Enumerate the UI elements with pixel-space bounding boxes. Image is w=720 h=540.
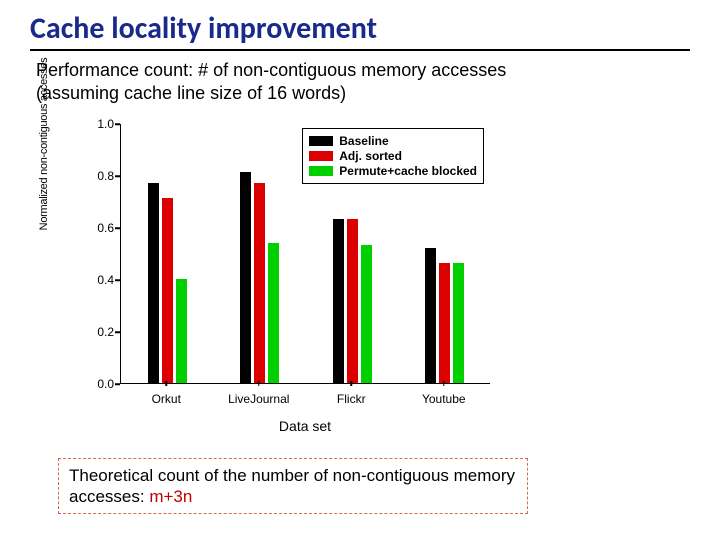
y-tick-label: 0.4	[90, 273, 114, 287]
bar-baseline	[333, 219, 344, 383]
legend-label-perm: Permute+cache blocked	[339, 164, 477, 178]
legend-label-baseline: Baseline	[339, 134, 388, 148]
legend-swatch-perm	[309, 166, 333, 176]
legend-item-perm: Permute+cache blocked	[309, 164, 477, 178]
subtitle-line1: Performance count: # of non-contiguous m…	[36, 60, 506, 80]
footer-highlight: m+3n	[149, 487, 192, 506]
legend-swatch-adj	[309, 151, 333, 161]
bar-baseline	[240, 172, 251, 383]
legend-item-baseline: Baseline	[309, 134, 477, 148]
bar-perm	[453, 263, 464, 383]
x-axis-label: Data set	[120, 418, 490, 434]
y-tick-label: 1.0	[90, 117, 114, 131]
legend-swatch-baseline	[309, 136, 333, 146]
legend-label-adj: Adj. sorted	[339, 149, 402, 163]
footer-note: Theoretical count of the number of non-c…	[58, 458, 528, 515]
bar-adj	[254, 183, 265, 383]
y-tick-label: 0.6	[90, 221, 114, 235]
y-tick-label: 0.0	[90, 377, 114, 391]
bar-perm	[176, 279, 187, 383]
bar-perm	[268, 243, 279, 383]
legend-item-adj: Adj. sorted	[309, 149, 477, 163]
legend: Baseline Adj. sorted Permute+cache block…	[302, 128, 484, 184]
x-tick-label: Orkut	[152, 392, 181, 406]
bar-baseline	[425, 248, 436, 383]
bar-adj	[347, 219, 358, 383]
y-tick-label: 0.8	[90, 169, 114, 183]
x-tick-label: LiveJournal	[228, 392, 289, 406]
subtitle: Performance count: # of non-contiguous m…	[36, 59, 690, 104]
x-tick-label: Flickr	[337, 392, 366, 406]
subtitle-line2: (assuming cache line size of 16 words)	[36, 83, 346, 103]
bar-baseline	[148, 183, 159, 383]
x-tick-label: Youtube	[422, 392, 466, 406]
x-tick-mark	[166, 381, 168, 386]
bar-adj	[162, 198, 173, 383]
x-tick-mark	[258, 381, 260, 386]
plot-area: Baseline Adj. sorted Permute+cache block…	[120, 124, 490, 384]
chart: Normalized non-contiguous accesses 0.00.…	[40, 114, 560, 434]
page-title: Cache locality improvement	[30, 10, 690, 51]
bar-adj	[439, 263, 450, 383]
y-axis-label: Normalized non-contiguous accesses	[38, 54, 50, 234]
x-tick-mark	[351, 381, 353, 386]
y-tick-label: 0.2	[90, 325, 114, 339]
x-tick-mark	[443, 381, 445, 386]
bar-perm	[361, 245, 372, 383]
footer-text: Theoretical count of the number of non-c…	[69, 466, 515, 506]
